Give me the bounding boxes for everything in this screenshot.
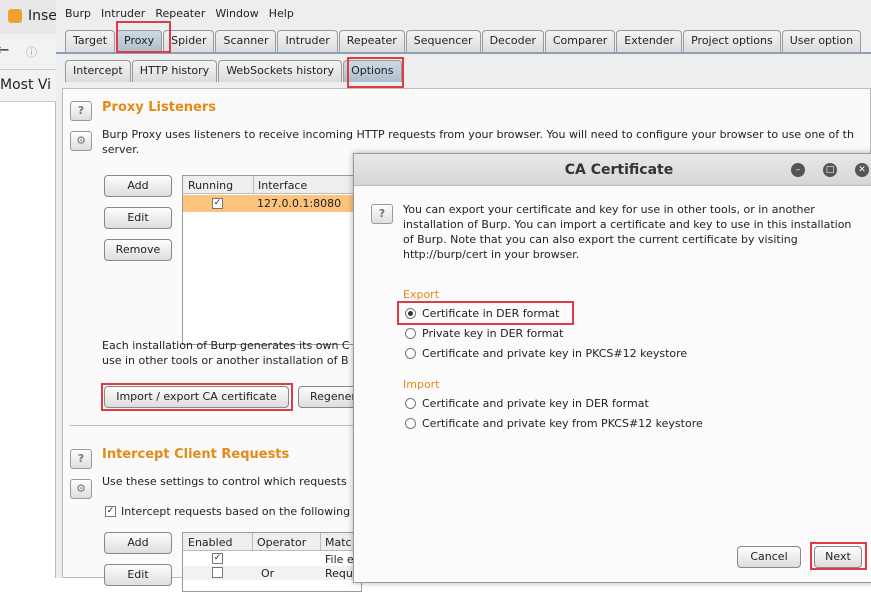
highlight-der	[397, 301, 574, 325]
desc-line: http://burp/cert in your browser.	[403, 248, 580, 261]
edit-rule-button[interactable]: Edit	[104, 564, 172, 586]
help-icon[interactable]: ?	[70, 449, 92, 469]
tab-title: Inse	[28, 8, 57, 24]
tab-extender[interactable]: Extender	[616, 30, 683, 52]
radio-icon[interactable]	[405, 398, 416, 409]
radio-icon[interactable]	[405, 348, 416, 359]
tab-comparer[interactable]: Comparer	[544, 30, 616, 52]
ca-description: Each installation of Burp generates its …	[102, 339, 350, 352]
enabled-checkbox[interactable]: ✓	[212, 553, 223, 564]
radio-label: Private key in DER format	[422, 327, 564, 340]
help-icon[interactable]: ?	[70, 101, 92, 121]
radio-label: Certificate and private key in PKCS#12 k…	[422, 347, 688, 360]
favicon-icon	[8, 9, 22, 23]
desc-line: You can export your certificate and key …	[403, 203, 815, 216]
interface-cell: 127.0.0.1:8080	[257, 197, 342, 210]
radio-icon[interactable]	[405, 418, 416, 429]
intercept-requests-checkbox[interactable]: ✓	[105, 506, 116, 517]
radio-private-key-der[interactable]: Private key in DER format	[405, 327, 563, 340]
intercept-rules-table: Enabled Operator Matc ✓ File e Or Requ	[182, 532, 362, 592]
section-title-intercept-client-requests: Intercept Client Requests	[102, 447, 290, 462]
match-cell: File e	[325, 553, 354, 566]
tab-target[interactable]: Target	[65, 30, 116, 52]
column-running[interactable]: Running	[188, 179, 233, 192]
highlight-next	[810, 542, 867, 570]
table-row[interactable]: ✓ 127.0.0.1:8080	[183, 195, 363, 212]
intercept-description: Use these settings to control which requ…	[102, 475, 347, 488]
column-interface[interactable]: Interface	[253, 176, 311, 194]
column-operator[interactable]: Operator	[252, 533, 310, 551]
radio-import-der[interactable]: Certificate and private key in DER forma…	[405, 397, 649, 410]
running-checkbox[interactable]: ✓	[212, 198, 223, 209]
close-icon[interactable]: ✕	[855, 163, 869, 177]
menu-burp[interactable]: Burp	[65, 7, 91, 21]
bookmarks-most-visited[interactable]: Most Vi	[0, 77, 51, 93]
import-label: Import	[403, 378, 440, 391]
enabled-checkbox[interactable]	[212, 567, 223, 578]
maximize-icon[interactable]: □	[823, 163, 837, 177]
desc-line: of Burp. Note that you can also export t…	[403, 233, 798, 246]
tab-scanner[interactable]: Scanner	[215, 30, 277, 52]
main-tabs: Target Proxy Spider Scanner Intruder Rep…	[65, 30, 862, 52]
listeners-description: Burp Proxy uses listeners to receive inc…	[102, 128, 854, 141]
listeners-description-2: server.	[102, 143, 140, 156]
gear-icon[interactable]: ⚙	[70, 131, 92, 151]
remove-listener-button[interactable]: Remove	[104, 239, 172, 261]
menu-window[interactable]: Window	[215, 7, 258, 21]
tab-decoder[interactable]: Decoder	[481, 30, 544, 52]
operator-cell: Or	[261, 567, 275, 580]
tab-project-options[interactable]: Project options	[683, 30, 781, 52]
edit-listener-button[interactable]: Edit	[104, 207, 172, 229]
tab-user-options[interactable]: User option	[781, 30, 862, 52]
desc-line: installation of Burp. You can import a c…	[403, 218, 852, 231]
column-enabled[interactable]: Enabled	[188, 536, 232, 549]
menu-intruder[interactable]: Intruder	[101, 7, 145, 21]
help-icon[interactable]: ?	[371, 204, 393, 224]
radio-cert-key-pkcs12[interactable]: Certificate and private key in PKCS#12 k…	[405, 347, 687, 360]
radio-label: Certificate and private key from PKCS#12…	[422, 417, 703, 430]
info-icon[interactable]: ⓘ	[26, 44, 37, 60]
browser-window: Inse ← ⓘ Most Vi	[0, 0, 57, 578]
ca-certificate-dialog: CA Certificate – □ ✕ ? You can export yo…	[353, 153, 871, 583]
intercept-requests-label: Intercept requests based on the followin…	[121, 505, 351, 518]
radio-import-pkcs12[interactable]: Certificate and private key from PKCS#12…	[405, 417, 703, 430]
add-listener-button[interactable]: Add	[104, 175, 172, 197]
highlight-proxy	[116, 21, 171, 53]
radio-icon[interactable]	[405, 328, 416, 339]
tab-intruder[interactable]: Intruder	[277, 30, 338, 52]
tab-sequencer[interactable]: Sequencer	[405, 30, 481, 52]
back-icon[interactable]: ←	[0, 40, 9, 59]
menu-help[interactable]: Help	[269, 7, 294, 21]
gear-icon[interactable]: ⚙	[70, 479, 92, 499]
column-match[interactable]: Matc	[320, 533, 356, 551]
add-rule-button[interactable]: Add	[104, 532, 172, 554]
dialog-description: You can export your certificate and key …	[403, 202, 851, 262]
cancel-button[interactable]: Cancel	[737, 546, 801, 568]
tab-repeater[interactable]: Repeater	[338, 30, 405, 52]
listeners-table: Running Interface ✓ 127.0.0.1:8080	[182, 175, 363, 345]
menu-bar: Burp Intruder Repeater Window Help	[56, 0, 871, 28]
menu-repeater[interactable]: Repeater	[155, 7, 205, 21]
section-title-proxy-listeners: Proxy Listeners	[102, 100, 216, 115]
radio-label: Certificate and private key in DER forma…	[422, 397, 649, 410]
highlight-options	[347, 57, 404, 88]
minimize-icon[interactable]: –	[791, 163, 805, 177]
ca-description-2: use in other tools or another installati…	[102, 354, 349, 367]
table-row[interactable]: ✓ File e	[183, 552, 361, 566]
subtab-websockets-history[interactable]: WebSockets history	[218, 60, 343, 82]
dialog-title: CA Certificate	[564, 162, 674, 178]
browser-tab[interactable]: Inse	[0, 0, 57, 34]
export-label: Export	[403, 288, 440, 301]
match-cell: Requ	[325, 567, 353, 580]
subtab-http-history[interactable]: HTTP history	[131, 60, 218, 82]
subtab-intercept[interactable]: Intercept	[65, 60, 131, 82]
highlight-import-export	[101, 383, 293, 411]
